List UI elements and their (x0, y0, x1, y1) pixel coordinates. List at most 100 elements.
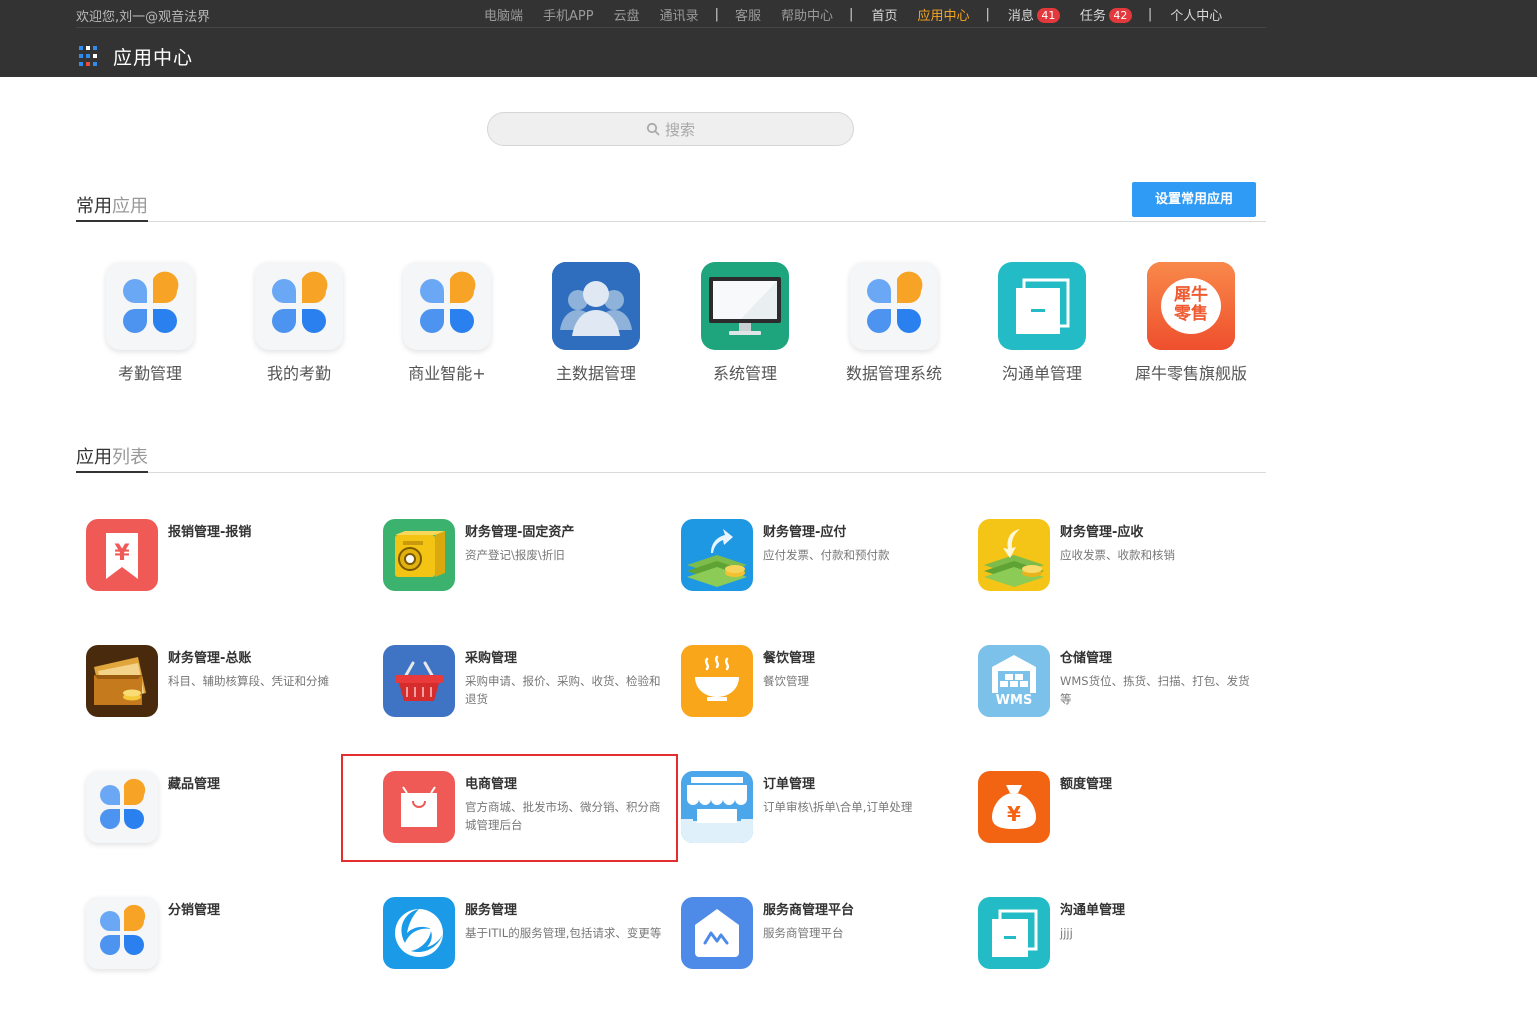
nav-tasks[interactable]: 任务 42 (1080, 5, 1132, 24)
app-name: 藏品管理 (168, 777, 221, 792)
app-item[interactable]: WMS 仓储管理 WMS货位、拣货、扫描、打包、发货等 (978, 645, 1268, 725)
favorite-label: 商业智能+ (408, 364, 486, 383)
nav-separator: | (985, 6, 990, 22)
svg-text:¥: ¥ (114, 541, 130, 566)
app-name: 报销管理-报销 (168, 525, 252, 540)
app-item[interactable]: ¥ 报销管理-报销 (86, 519, 376, 599)
nav-app-center[interactable]: 应用中心 (917, 5, 969, 24)
favorite-item[interactable]: 商业智能+ (382, 262, 512, 384)
nav-customer-service[interactable]: 客服 (735, 5, 761, 24)
nav-help-center[interactable]: 帮助中心 (781, 5, 833, 24)
favorite-item[interactable]: 沟通单管理 (977, 262, 1107, 384)
nav-personal-center[interactable]: 个人中心 (1170, 5, 1222, 24)
nav-cloud-disk[interactable]: 云盘 (614, 5, 640, 24)
favorite-item[interactable]: 系统管理 (680, 262, 810, 384)
app-item[interactable]: 采购管理 采购申请、报价、采购、收货、检验和退货 (383, 645, 673, 725)
app-list-section-title: 应用列表 (76, 441, 148, 473)
search-icon (646, 122, 660, 136)
clover-icon (255, 262, 343, 350)
app-name: 财务管理-固定资产 (465, 525, 575, 540)
app-desc: WMS货位、拣货、扫描、打包、发货等 (1060, 674, 1250, 706)
favorite-label: 数据管理系统 (845, 364, 942, 383)
app-name: 仓储管理 (1060, 651, 1113, 666)
clover-icon (850, 262, 938, 350)
app-grid-icon (79, 45, 101, 68)
service-globe-icon (383, 897, 455, 969)
top-bar: 欢迎您,刘一@观音法界 电脑端 手机APP 云盘 通讯录 | 客服 帮助中心 |… (0, 0, 1537, 77)
app-item[interactable]: 服务商管理平台 服务商管理平台 (681, 897, 971, 977)
rhino-retail-icon: 犀牛 零售 (1147, 262, 1235, 350)
app-item[interactable]: 财务管理-应付 应付发票、付款和预付款 (681, 519, 971, 599)
set-favorites-button[interactable]: 设置常用应用 (1132, 182, 1256, 217)
tasks-label: 任务 (1079, 8, 1106, 24)
clover-icon (403, 262, 491, 350)
warehouse-icon: WMS (978, 645, 1050, 717)
nav-separator: | (849, 6, 854, 22)
favorite-item[interactable]: 我的考勤 (234, 262, 364, 384)
app-name: 额度管理 (1060, 777, 1113, 792)
favorite-item[interactable]: 犀牛 零售 犀牛零售旗舰版 (1126, 262, 1256, 384)
app-item[interactable]: 财务管理-总账 科目、辅助核算段、凭证和分摊 (86, 645, 376, 725)
app-name: 财务管理-应收 (1060, 525, 1144, 540)
bowl-icon (681, 645, 753, 717)
tasks-count-badge: 42 (1108, 7, 1132, 23)
app-desc: 采购申请、报价、采购、收货、检验和退货 (465, 674, 661, 706)
home-chart-icon (681, 897, 753, 969)
yen-bookmark-icon: ¥ (86, 519, 158, 591)
app-name: 分销管理 (168, 903, 221, 918)
nav-contacts[interactable]: 通讯录 (660, 5, 699, 24)
app-name: 采购管理 (465, 651, 518, 666)
topbar-divider (76, 27, 1266, 28)
favorite-label: 主数据管理 (555, 364, 636, 383)
nav-home[interactable]: 首页 (871, 5, 897, 24)
clover-icon (86, 771, 158, 843)
app-item[interactable]: 餐饮管理 餐饮管理 (681, 645, 971, 725)
app-name: 财务管理-总账 (168, 651, 252, 666)
app-desc: 应收发票、收款和核销 (1060, 548, 1175, 562)
clover-icon (86, 897, 158, 969)
highlight-box (341, 754, 678, 862)
app-item[interactable]: 分销管理 (86, 897, 376, 977)
app-item[interactable]: 财务管理-应收 应收发票、收款和核销 (978, 519, 1268, 599)
app-desc: 订单审核\拆单\合单,订单处理 (763, 800, 913, 814)
monitor-icon (701, 262, 789, 350)
favorite-label: 犀牛零售旗舰版 (1134, 364, 1247, 383)
favorite-item[interactable]: 主数据管理 (531, 262, 661, 384)
search-input[interactable]: 搜索 (487, 112, 854, 146)
money-bag-icon: ¥ (978, 771, 1050, 843)
app-desc: 基于ITIL的服务管理,包括请求、变更等 (465, 926, 662, 940)
app-item[interactable]: 服务管理 基于ITIL的服务管理,包括请求、变更等 (383, 897, 673, 977)
nav-messages[interactable]: 消息 41 (1008, 5, 1060, 24)
app-name: 服务商管理平台 (763, 903, 855, 918)
app-name: 服务管理 (465, 903, 518, 918)
app-item[interactable]: ¥ 额度管理 (978, 771, 1268, 851)
app-name: 餐饮管理 (763, 651, 816, 666)
app-desc: 服务商管理平台 (763, 926, 844, 940)
nav-desktop[interactable]: 电脑端 (484, 5, 523, 24)
search-placeholder: 搜索 (664, 120, 695, 139)
app-item[interactable]: 订单管理 订单审核\拆单\合单,订单处理 (681, 771, 971, 851)
app-item[interactable]: 沟通单管理 jjjj (978, 897, 1268, 977)
favorites-section-header: 常用应用 (76, 190, 1266, 222)
wms-label: WMS (995, 693, 1033, 708)
money-down-icon (978, 519, 1050, 591)
brand[interactable]: 应用中心 (79, 43, 193, 70)
app-name: 沟通单管理 (1060, 903, 1126, 918)
safe-icon (383, 519, 455, 591)
app-desc: jjjj (1060, 926, 1073, 940)
app-item[interactable]: 藏品管理 (86, 771, 376, 851)
favorite-label: 考勤管理 (117, 364, 182, 383)
favorites-section-title: 常用应用 (76, 190, 148, 222)
favorite-item[interactable]: 考勤管理 (85, 262, 215, 384)
favorite-item[interactable]: 数据管理系统 (829, 262, 959, 384)
nav-mobile-app[interactable]: 手机APP (543, 5, 594, 24)
docs-icon (998, 262, 1086, 350)
nav-separator: | (1147, 6, 1153, 22)
favorite-label: 我的考勤 (266, 364, 331, 383)
app-item[interactable]: 财务管理-固定资产 资产登记\报废\折旧 (383, 519, 673, 599)
rhino-icon-text: 犀牛 零售 (1174, 285, 1208, 324)
docs-icon (978, 897, 1050, 969)
messages-label: 消息 (1007, 8, 1034, 24)
app-desc: 餐饮管理 (763, 674, 809, 688)
welcome-text: 欢迎您,刘一@观音法界 (76, 10, 211, 25)
